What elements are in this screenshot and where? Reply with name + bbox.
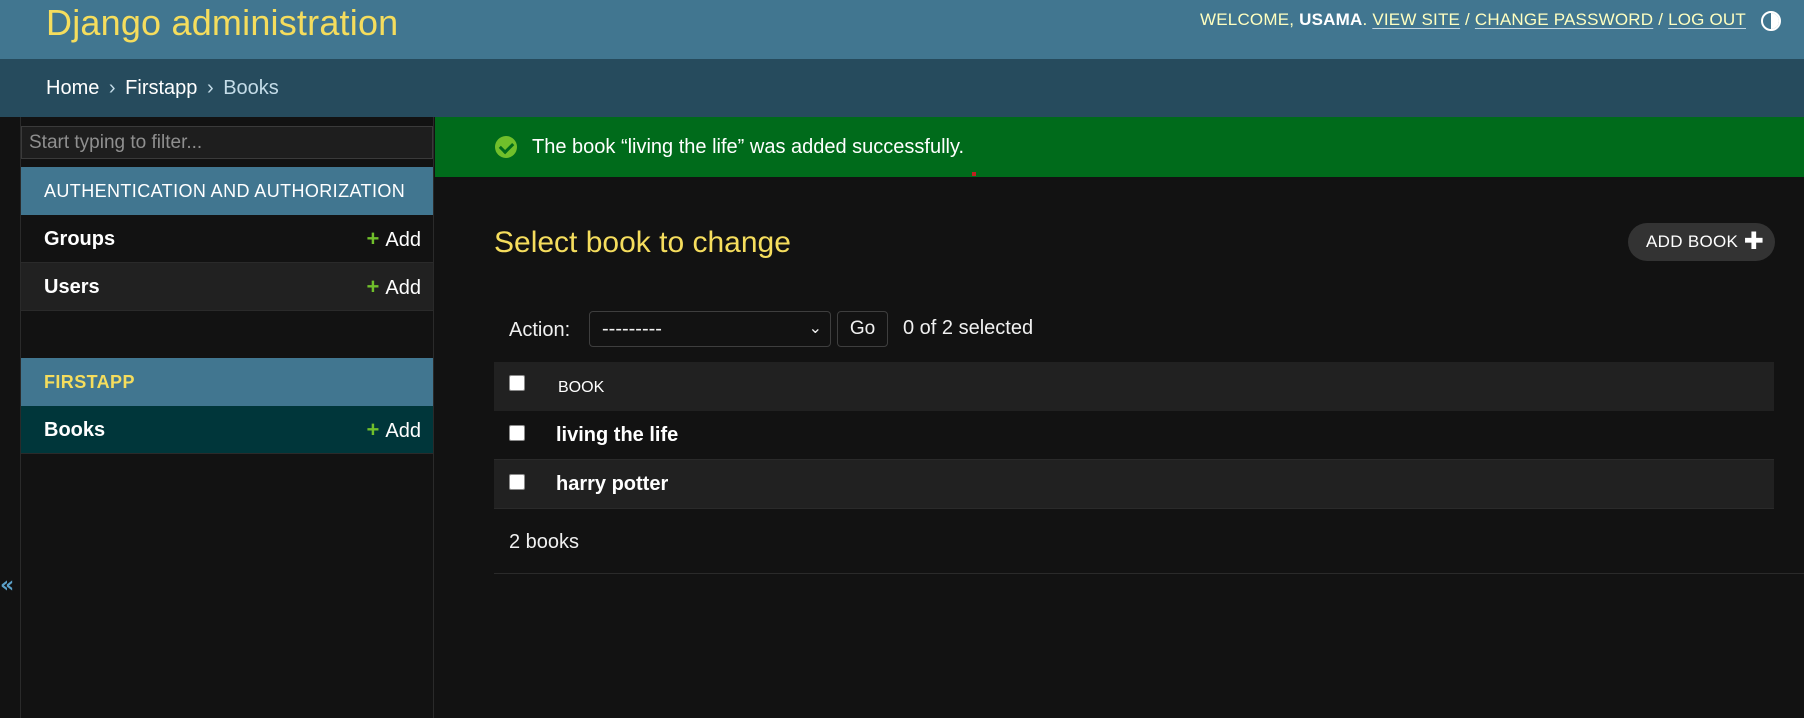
breadcrumb-separator: ›: [108, 77, 116, 99]
add-label: Add: [385, 229, 421, 251]
breadcrumb-home[interactable]: Home: [46, 77, 99, 99]
module-caption-auth[interactable]: AUTHENTICATION AND AUTHORIZATION: [21, 167, 433, 215]
go-button[interactable]: Go: [837, 311, 888, 347]
action-counter: 0 of 2 selected: [903, 317, 1034, 339]
welcome-text: WELCOME,: [1200, 10, 1295, 29]
add-groups-link[interactable]: + Add: [367, 215, 421, 264]
contrast-icon[interactable]: [1761, 11, 1781, 31]
add-book-button[interactable]: ADD BOOK ✚: [1628, 223, 1775, 261]
check-circle-icon: [495, 136, 517, 158]
separator: /: [1658, 10, 1664, 29]
plus-icon: +: [366, 226, 380, 251]
module-caption-firstapp[interactable]: FIRSTAPP: [21, 358, 433, 406]
column-header-book[interactable]: BOOK: [558, 362, 604, 414]
add-books-link[interactable]: + Add: [367, 406, 421, 455]
select-all-checkbox[interactable]: [509, 375, 525, 391]
add-book-label: ADD BOOK: [1646, 232, 1739, 251]
add-label: Add: [385, 420, 421, 442]
sidebar-item-books: Books + Add: [21, 406, 433, 454]
table-row: living the life: [494, 411, 1774, 460]
nav-filter-input[interactable]: [21, 126, 433, 159]
breadcrumb: Home › Firstapp › Books: [0, 59, 1804, 117]
site-header: Django administration WELCOME, USAMA. VI…: [0, 0, 1804, 59]
action-selected-value: ---------: [602, 318, 662, 340]
sidebar-item-groups: Groups + Add: [21, 215, 433, 263]
row-checkbox[interactable]: [509, 474, 525, 490]
breadcrumb-firstapp[interactable]: Firstapp: [125, 77, 197, 99]
plus-icon: +: [366, 274, 380, 299]
site-name[interactable]: Django administration: [46, 2, 398, 44]
success-message: The book “living the life” was added suc…: [435, 117, 1804, 177]
username: USAMA: [1299, 10, 1363, 29]
cursor-mark: [972, 172, 976, 176]
book-link[interactable]: harry potter: [556, 460, 668, 509]
book-link[interactable]: living the life: [556, 411, 678, 460]
separator: /: [1465, 10, 1470, 29]
action-select[interactable]: --------- ⌄: [589, 311, 831, 347]
paginator: 2 books: [494, 508, 1804, 574]
nav-sidebar: AUTHENTICATION AND AUTHORIZATION Groups …: [0, 117, 434, 718]
message-text: The book “living the life” was added suc…: [532, 136, 965, 158]
add-label: Add: [385, 277, 421, 299]
plus-icon: ✚: [1743, 228, 1764, 255]
row-checkbox[interactable]: [509, 425, 525, 441]
table-header-row: BOOK: [494, 362, 1774, 411]
add-users-link[interactable]: + Add: [367, 263, 421, 312]
page-title: Select book to change: [494, 226, 791, 259]
table-row: harry potter: [494, 460, 1774, 509]
breadcrumb-current: Books: [223, 77, 279, 99]
sidebar-item-label[interactable]: Groups: [44, 215, 115, 263]
actions-bar: Action: --------- ⌄ Go 0 of 2 selected: [494, 311, 1774, 353]
change-password-link[interactable]: CHANGE PASSWORD: [1475, 10, 1653, 29]
user-tools: WELCOME, USAMA. VIEW SITE / CHANGE PASSW…: [1200, 10, 1746, 29]
view-site-link[interactable]: VIEW SITE: [1372, 10, 1460, 29]
action-label: Action:: [509, 319, 571, 341]
breadcrumb-separator: ›: [206, 77, 214, 99]
plus-icon: +: [366, 417, 380, 442]
sidebar-item-label[interactable]: Books: [44, 406, 105, 454]
sidebar-item-users: Users + Add: [21, 263, 433, 311]
chevron-down-icon: ⌄: [808, 320, 822, 337]
collapse-sidebar-icon[interactable]: «: [0, 575, 14, 597]
log-out-link[interactable]: LOG OUT: [1668, 10, 1746, 29]
sidebar-item-label[interactable]: Users: [44, 263, 100, 311]
